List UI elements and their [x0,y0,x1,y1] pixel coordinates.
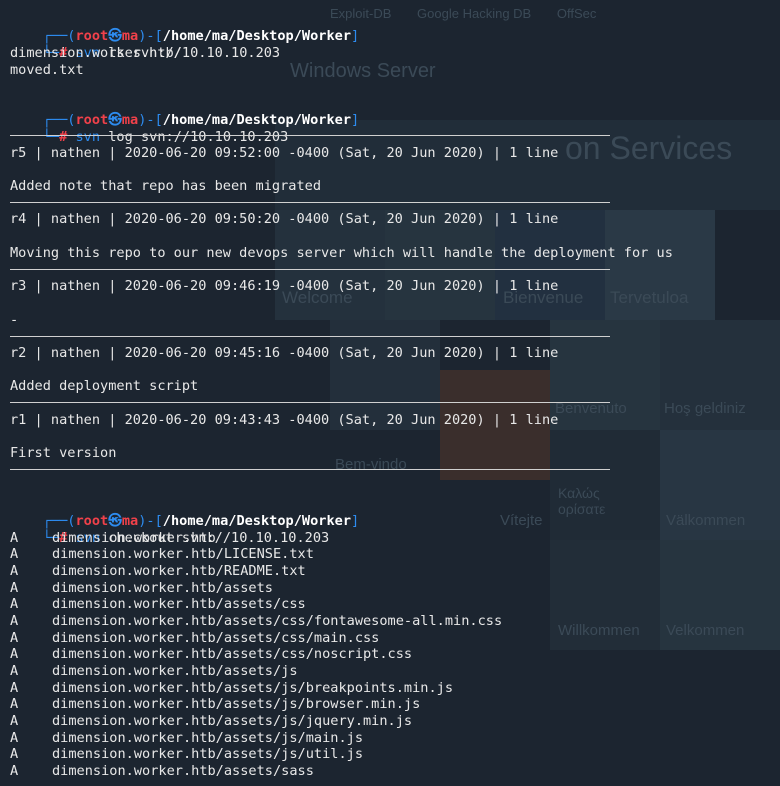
checkout-row: Adimension.worker.htb/assets [10,580,273,597]
checkout-row: Adimension.worker.htb/assets/js/breakpoi… [10,680,453,697]
log-entry-header: r5 | nathen | 2020-06-20 09:52:00 -0400 … [10,145,559,161]
checkout-flag: A [10,680,19,696]
checkout-row: Adimension.worker.htb/assets/js/browser.… [10,696,420,713]
prompt-line: ┌──(root㉿ma)-[/home/ma/Desktop/Worker] [10,496,359,529]
checkout-path: dimension.worker.htb/assets/css/noscript… [52,646,413,662]
log-separator [10,469,610,470]
checkout-path: dimension.worker.htb/assets/js/main.js [52,730,363,746]
log-separator [10,202,610,203]
checkout-flag: A [10,546,19,562]
checkout-flag: A [10,663,19,679]
log-entry-header: r4 | nathen | 2020-06-20 09:50:20 -0400 … [10,211,559,227]
checkout-flag: A [10,613,19,629]
log-separator [10,135,610,136]
prompt-bracket: ] [351,112,360,128]
output-line: moved.txt [10,62,84,78]
log-entry-header: r1 | nathen | 2020-06-20 09:43:43 -0400 … [10,412,559,428]
command-line: └─# svn checkout svn://10.10.10.203 [10,513,329,546]
log-entry-header: r3 | nathen | 2020-06-20 09:46:19 -0400 … [10,278,559,294]
checkout-path: dimension.worker.htb/assets/sass [52,763,314,779]
log-entry-message: Moving this repo to our new devops serve… [10,245,673,261]
prompt-bracket: ] [351,28,360,44]
prompt-line: ┌──(root㉿ma)-[/home/ma/Desktop/Worker] [10,11,359,44]
command-name: svn [75,129,101,145]
log-entry-header: r2 | nathen | 2020-06-20 09:45:16 -0400 … [10,345,559,361]
checkout-flag: A [10,563,19,579]
checkout-row: Adimension.worker.htb [10,530,216,547]
checkout-path: dimension.worker.htb/assets/js [52,663,298,679]
checkout-row: Adimension.worker.htb/README.txt [10,563,306,580]
checkout-row: Adimension.worker.htb/assets/css/fontawe… [10,613,502,630]
checkout-flag: A [10,763,19,779]
checkout-path: dimension.worker.htb/assets [52,580,273,596]
checkout-flag: A [10,696,19,712]
checkout-row: Adimension.worker.htb/assets/js/util.js [10,746,363,763]
prompt-line: ┌──(root㉿ma)-[/home/ma/Desktop/Worker] [10,95,359,128]
checkout-path: dimension.worker.htb/assets/css/main.css [52,630,380,646]
checkout-path: dimension.worker.htb/assets/js/browser.m… [52,696,421,712]
checkout-path: dimension.worker.htb/README.txt [52,563,306,579]
checkout-flag: A [10,530,19,546]
log-separator [10,402,610,403]
checkout-path: dimension.worker.htb/LICENSE.txt [52,546,314,562]
log-separator [10,336,610,337]
checkout-flag: A [10,580,19,596]
checkout-row: Adimension.worker.htb/assets/css [10,596,306,613]
checkout-flag: A [10,596,19,612]
checkout-flag: A [10,646,19,662]
log-entry-message: - [10,312,19,328]
log-entry-message: First version [10,445,117,461]
log-entry-message: Added note that repo has been migrated [10,178,321,194]
log-entry-message: Added deployment script [10,378,199,394]
prompt-symbol: # [59,129,68,145]
checkout-row: Adimension.worker.htb/assets/css/noscrip… [10,646,412,663]
checkout-row: Adimension.worker.htb/assets/css/main.cs… [10,630,379,647]
terminal-window[interactable]: ┌──(root㉿ma)-[/home/ma/Desktop/Worker] └… [0,0,780,786]
checkout-path: dimension.worker.htb/assets/js/breakpoin… [52,680,454,696]
checkout-row: Adimension.worker.htb/assets/js/main.js [10,730,363,747]
checkout-path: dimension.worker.htb/assets/css [52,596,306,612]
command-line: └─# svn ls svn://10.10.10.203 [10,28,280,61]
checkout-path: dimension.worker.htb [52,530,216,546]
checkout-path: dimension.worker.htb/assets/css/fontawes… [52,613,503,629]
log-separator [10,269,610,270]
checkout-row: Adimension.worker.htb/LICENSE.txt [10,546,314,563]
prompt-bracket: ] [351,513,360,529]
checkout-row: Adimension.worker.htb/assets/sass [10,763,314,780]
checkout-row: Adimension.worker.htb/assets/js/jquery.m… [10,713,412,730]
checkout-path: dimension.worker.htb/assets/js/jquery.mi… [52,713,413,729]
checkout-flag: A [10,730,19,746]
command-line: └─# svn log svn://10.10.10.203 [10,112,289,145]
checkout-flag: A [10,746,19,762]
checkout-row: Adimension.worker.htb/assets/js [10,663,298,680]
checkout-flag: A [10,630,19,646]
checkout-path: dimension.worker.htb/assets/js/util.js [52,746,363,762]
output-line: dimension.worker.htb/ [10,45,182,61]
prompt-corner: └─ [42,129,60,145]
command-args: log svn://10.10.10.203 [108,129,289,145]
checkout-flag: A [10,713,19,729]
